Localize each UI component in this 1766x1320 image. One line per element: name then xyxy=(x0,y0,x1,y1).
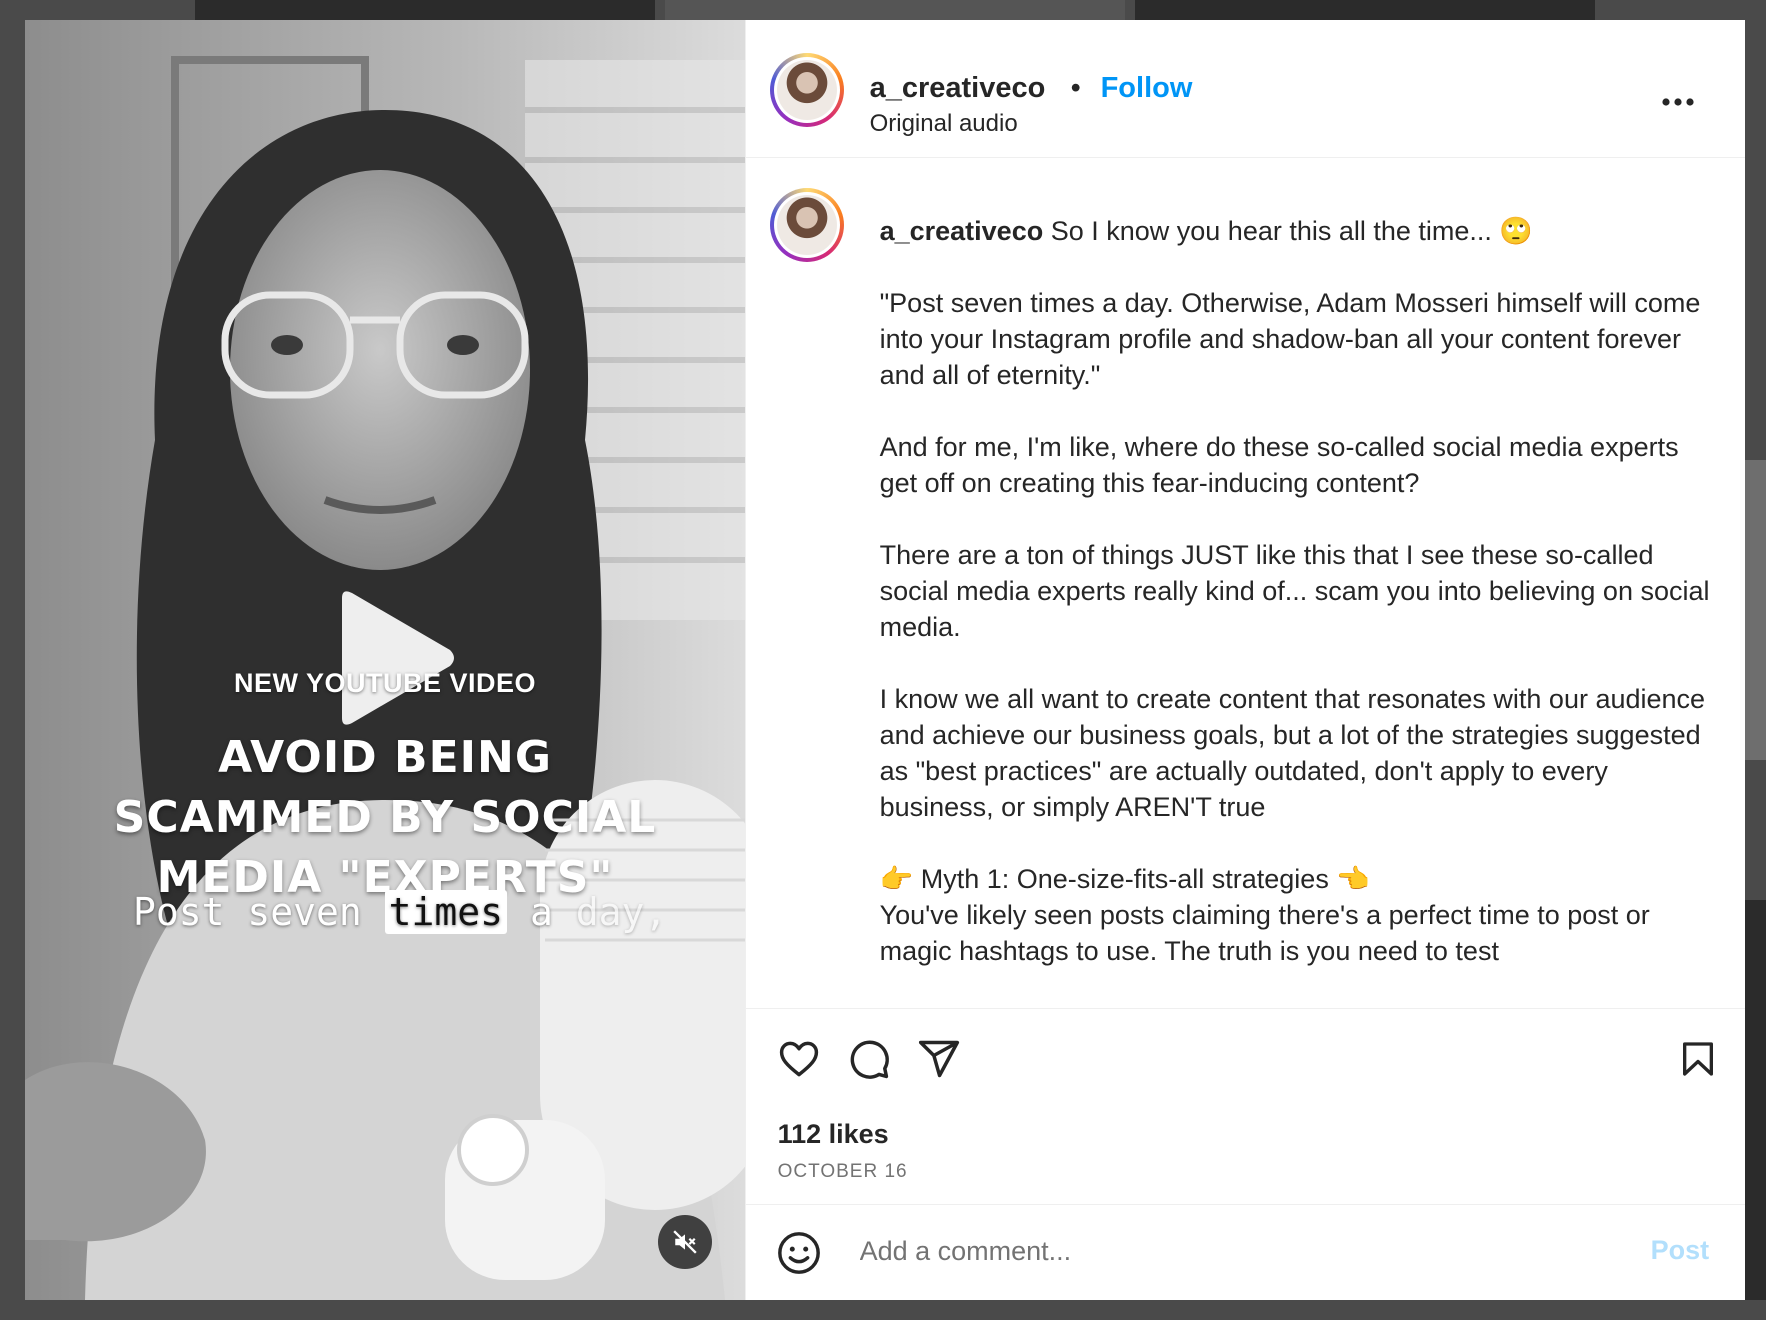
play-icon[interactable] xyxy=(330,588,460,728)
heart-icon[interactable] xyxy=(776,1037,822,1081)
follow-button[interactable]: Follow xyxy=(1101,72,1193,105)
comment-input[interactable] xyxy=(857,1225,1602,1277)
post-modal: NEW YOUTUBE VIDEO Avoid being scammed by… xyxy=(25,20,1745,1300)
bookmark-icon[interactable] xyxy=(1678,1037,1718,1081)
mute-icon xyxy=(673,1230,697,1254)
avatar-image xyxy=(776,60,837,120)
caption-scroll-area[interactable]: a_creativeco So I know you hear this all… xyxy=(746,158,1745,1008)
emoji-icon[interactable] xyxy=(776,1230,822,1276)
comment-bar: Post xyxy=(745,1204,1745,1300)
caption-paragraph: I know we all want to create content tha… xyxy=(879,684,1706,822)
post-comment-button[interactable]: Post xyxy=(1651,1235,1710,1266)
post-header: a_creativeco • Follow Original audio xyxy=(745,20,1745,158)
caption-myth-text: You've likely seen posts claiming there'… xyxy=(879,900,1650,966)
background-tile xyxy=(665,0,1125,20)
audio-label[interactable]: Original audio xyxy=(870,110,1018,138)
background-tile xyxy=(1745,460,1766,760)
caption-first-line: So I know you hear this all the time... … xyxy=(1043,216,1534,246)
video-overlay-title: Avoid being scammed by social media "exp… xyxy=(113,732,657,903)
caption-paragraph: "Post seven times a day. Otherwise, Adam… xyxy=(879,288,1701,390)
background-tile xyxy=(195,0,655,20)
share-icon[interactable] xyxy=(916,1037,962,1081)
post-actions: 112 likes OCTOBER 16 xyxy=(745,1008,1745,1204)
more-icon[interactable] xyxy=(1661,97,1695,107)
post-side-panel: a_creativeco • Follow Original audio a_c… xyxy=(744,20,1745,1300)
author-avatar[interactable] xyxy=(769,53,844,127)
post-caption: a_creativeco So I know you hear this all… xyxy=(880,213,1720,969)
caption-segment: Post seven xyxy=(133,890,385,934)
reel-video[interactable]: NEW YOUTUBE VIDEO Avoid being scammed by… xyxy=(25,20,745,1300)
video-overlay-subtitle: NEW YOUTUBE VIDEO xyxy=(233,668,537,698)
caption-username[interactable]: a_creativeco xyxy=(880,216,1044,246)
likes-count[interactable]: 112 likes xyxy=(778,1119,889,1150)
mute-button[interactable] xyxy=(658,1215,712,1269)
caption-segment: day, xyxy=(575,890,668,934)
video-live-caption: Post seven times a day, xyxy=(133,890,667,934)
caption-author-avatar[interactable] xyxy=(769,188,844,262)
caption-segment: a xyxy=(507,890,576,934)
background-tile xyxy=(1745,900,1766,1300)
caption-paragraph: There are a ton of things JUST like this… xyxy=(879,540,1710,642)
caption-highlight: times xyxy=(384,890,508,934)
avatar-image xyxy=(776,195,837,255)
background-tile xyxy=(1135,0,1595,20)
caption-paragraph: And for me, I'm like, where do these so-… xyxy=(879,432,1679,498)
separator-dot: • xyxy=(1070,72,1081,104)
post-date: OCTOBER 16 xyxy=(777,1161,908,1182)
comment-icon[interactable] xyxy=(846,1037,892,1081)
caption-myth-heading: 👉 Myth 1: One-size-fits-all strategies 👈 xyxy=(879,864,1370,894)
author-username[interactable]: a_creativeco xyxy=(870,72,1046,105)
